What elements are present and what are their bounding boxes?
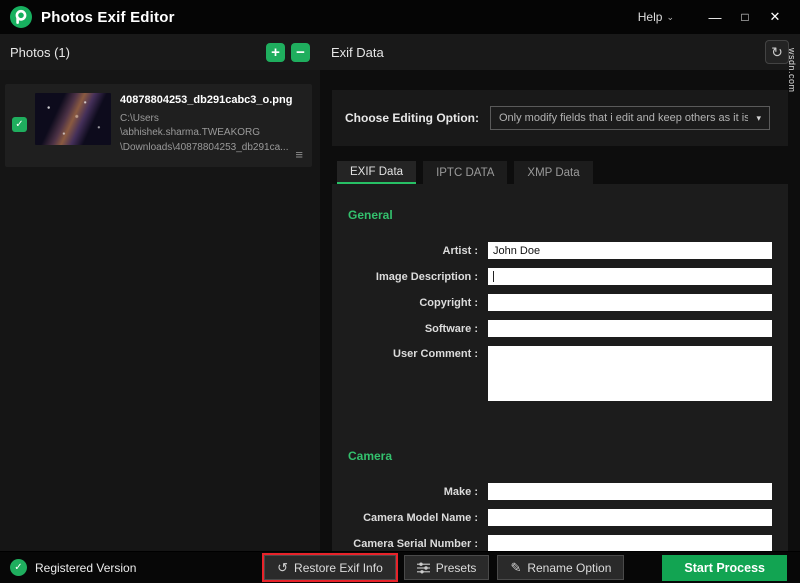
form-row-camera-serial-number: Camera Serial Number : — [340, 535, 772, 551]
tab-xmp-data[interactable]: XMP Data — [514, 161, 592, 184]
rename-option-label: Rename Option — [527, 561, 611, 575]
app-logo-icon — [10, 6, 32, 28]
start-process-button[interactable]: Start Process — [662, 555, 787, 581]
form-section-general: General Artist : Image Description : Copyri… — [340, 208, 772, 401]
editing-option-label: Choose Editing Option: — [345, 111, 479, 125]
chevron-down-icon: ⌄ — [666, 12, 674, 23]
camera-model-name-input[interactable] — [488, 509, 772, 526]
form-row-user-comment: User Comment : — [340, 346, 772, 401]
photos-panel-header: Photos (1) + − — [0, 34, 320, 70]
user-comment-label: User Comment : — [340, 346, 488, 360]
tab-iptc-data[interactable]: IPTC DATA — [423, 161, 507, 184]
image-description-input[interactable] — [488, 268, 772, 285]
image-description-label: Image Description : — [340, 271, 488, 283]
photos-count-label: Photos (1) — [10, 45, 70, 60]
form-row-software: Software : — [340, 320, 772, 337]
user-comment-input[interactable] — [488, 346, 772, 401]
make-label: Make : — [340, 486, 488, 498]
camera-serial-number-input[interactable] — [488, 535, 772, 551]
section-title: Camera — [348, 449, 772, 463]
copyright-input[interactable] — [488, 294, 772, 311]
add-photos-button[interactable]: + — [266, 43, 285, 62]
artist-label: Artist : — [340, 245, 488, 257]
software-input[interactable] — [488, 320, 772, 337]
photo-path-line: \Downloads\40878804253_db291ca... — [120, 141, 292, 156]
bottom-bar: ✓ Registered Version ↺ Restore Exif Info — [0, 551, 800, 583]
rename-option-button[interactable]: ✎ Rename Option — [497, 555, 624, 580]
editing-option-dropdown[interactable]: Only modify fields that i edit and keep … — [490, 106, 770, 130]
software-label: Software : — [340, 323, 488, 335]
dropdown-caret-icon: ▾ — [748, 113, 761, 124]
photo-path-line: C:\Users — [120, 112, 292, 127]
restore-exif-info-label: Restore Exif Info — [294, 561, 383, 575]
tab-exif-data[interactable]: EXIF Data — [337, 161, 416, 184]
titlebar: Photos Exif Editor Help ⌄ — □ ✕ — [0, 0, 800, 34]
form-section-camera: Camera Make : Camera Model Name : Camera Se… — [340, 449, 772, 551]
presets-button[interactable]: Presets — [404, 555, 490, 580]
exif-panel-header: Exif Data ↻ — [320, 34, 800, 70]
camera-model-name-label: Camera Model Name : — [340, 512, 488, 524]
form-row-artist: Artist : — [340, 242, 772, 259]
remove-photos-button[interactable]: − — [291, 43, 310, 62]
registered-version-label: Registered Version — [35, 561, 136, 575]
app-title: Photos Exif Editor — [41, 9, 175, 26]
photo-filename: 40878804253_db291cabc3_o.png — [120, 93, 292, 109]
photos-panel: Photos (1) + − ✓ 40878804253_db291cabc3_… — [0, 34, 320, 551]
presets-label: Presets — [436, 561, 477, 575]
exif-panel: Exif Data ↻ Choose Editing Option: Only … — [320, 34, 800, 551]
photo-path-line: \abhishek.sharma.TWEAKORG — [120, 126, 292, 141]
pencil-icon: ✎ — [510, 560, 521, 576]
close-button[interactable]: ✕ — [760, 9, 790, 25]
help-label: Help — [638, 10, 663, 24]
help-menu[interactable]: Help ⌄ — [638, 10, 674, 24]
sliders-icon — [417, 562, 430, 574]
action-buttons: ↺ Restore Exif Info Presets ✎ — [264, 555, 624, 580]
camera-serial-number-label: Camera Serial Number : — [340, 538, 488, 550]
restore-icon: ↺ — [277, 560, 288, 576]
section-title: General — [348, 208, 772, 222]
photo-list-item[interactable]: ✓ 40878804253_db291cabc3_o.png C:\Users … — [5, 84, 312, 167]
registered-check-icon: ✓ — [10, 559, 27, 576]
main-area: Photos (1) + − ✓ 40878804253_db291cabc3_… — [0, 34, 800, 551]
editing-option-row: Choose Editing Option: Only modify field… — [332, 90, 788, 146]
maximize-button[interactable]: □ — [730, 10, 760, 24]
tab-bar: EXIF Data IPTC DATA XMP Data — [337, 161, 788, 184]
form-row-camera-model-name: Camera Model Name : — [340, 509, 772, 526]
app-window: Photos Exif Editor Help ⌄ — □ ✕ Photos (… — [0, 0, 800, 583]
restore-exif-info-button[interactable]: ↺ Restore Exif Info — [264, 555, 396, 580]
minimize-button[interactable]: — — [700, 10, 730, 25]
form-row-copyright: Copyright : — [340, 294, 772, 311]
exif-form: General Artist : Image Description : Copyri… — [332, 184, 788, 551]
make-input[interactable] — [488, 483, 772, 500]
exif-data-title: Exif Data — [331, 45, 384, 60]
photo-thumbnail — [35, 93, 111, 145]
photo-checkbox[interactable]: ✓ — [12, 117, 27, 132]
watermark: wsdn.com — [787, 48, 797, 93]
item-menu-icon[interactable]: ≡ — [295, 147, 303, 162]
editing-option-value: Only modify fields that i edit and keep … — [499, 112, 748, 124]
photo-info: 40878804253_db291cabc3_o.png C:\Users \a… — [120, 93, 292, 155]
form-row-make: Make : — [340, 483, 772, 500]
copyright-label: Copyright : — [340, 297, 488, 309]
refresh-icon[interactable]: ↻ — [765, 40, 789, 64]
artist-input[interactable] — [488, 242, 772, 259]
form-row-image-description: Image Description : — [340, 268, 772, 285]
